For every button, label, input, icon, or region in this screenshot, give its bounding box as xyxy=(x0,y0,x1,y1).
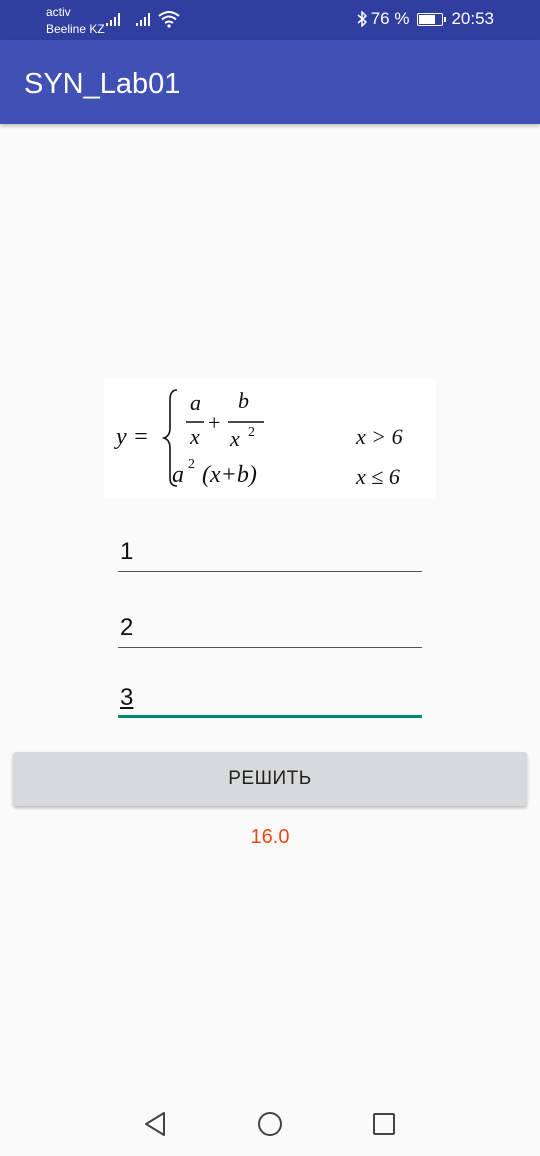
signal-icon xyxy=(136,13,150,26)
formula-graphic: y = a x + b x 2 a 2 (x+b) x > 6 x ≤ 6 xyxy=(114,388,403,489)
condition-1: x > 6 xyxy=(355,424,403,449)
clock: 20:53 xyxy=(451,9,494,28)
formula-lhs: y = xyxy=(114,424,149,450)
input-b-field[interactable]: 2 xyxy=(118,608,422,648)
formula-image: y = a x + b x 2 a 2 (x+b) x > 6 x ≤ 6 xyxy=(104,378,436,498)
condition-2: x ≤ 6 xyxy=(355,464,400,489)
home-icon[interactable] xyxy=(254,1108,286,1140)
case1-plus: + xyxy=(208,410,220,435)
input-underline xyxy=(118,647,422,648)
case1-exp: 2 xyxy=(248,425,255,440)
app-bar: SYN_Lab01 xyxy=(0,40,540,124)
navigation-bar xyxy=(0,1092,540,1156)
case1-num-a: a xyxy=(190,390,201,415)
case1-num-b: b xyxy=(238,388,249,413)
case2-a: a xyxy=(172,462,184,488)
battery-level xyxy=(419,14,435,24)
input-a-field[interactable]: 1 xyxy=(118,532,422,572)
wifi-icon xyxy=(158,11,180,28)
input-b-value[interactable]: 2 xyxy=(120,614,133,642)
input-x-value[interactable]: 3 xyxy=(120,684,133,712)
status-bar: activ Beeline KZ 76 % 20:53 xyxy=(0,0,540,40)
input-underline xyxy=(118,571,422,572)
input-underline-focused xyxy=(118,715,422,718)
case1-den-x: x xyxy=(189,424,200,449)
bluetooth-icon xyxy=(357,11,367,27)
carrier-name-2: Beeline KZ xyxy=(46,22,105,36)
signal-icon xyxy=(106,13,120,26)
case2-rest: (x+b) xyxy=(202,462,257,488)
back-icon[interactable] xyxy=(140,1108,172,1140)
input-a-value[interactable]: 1 xyxy=(120,538,133,566)
result-text: 16.0 xyxy=(250,826,290,848)
app-title: SYN_Lab01 xyxy=(24,68,181,100)
case2-exp: 2 xyxy=(188,457,195,472)
recents-icon[interactable] xyxy=(368,1108,400,1140)
carrier-name-1: activ xyxy=(46,5,71,19)
status-right-group: 76 % 20:53 xyxy=(357,9,494,29)
battery-icon xyxy=(417,12,447,26)
solve-button[interactable]: РЕШИТЬ xyxy=(13,752,527,806)
input-x-field[interactable]: 3 xyxy=(118,678,422,718)
battery-percent: 76 % xyxy=(370,9,410,28)
case1-den-x2: x xyxy=(229,426,240,451)
